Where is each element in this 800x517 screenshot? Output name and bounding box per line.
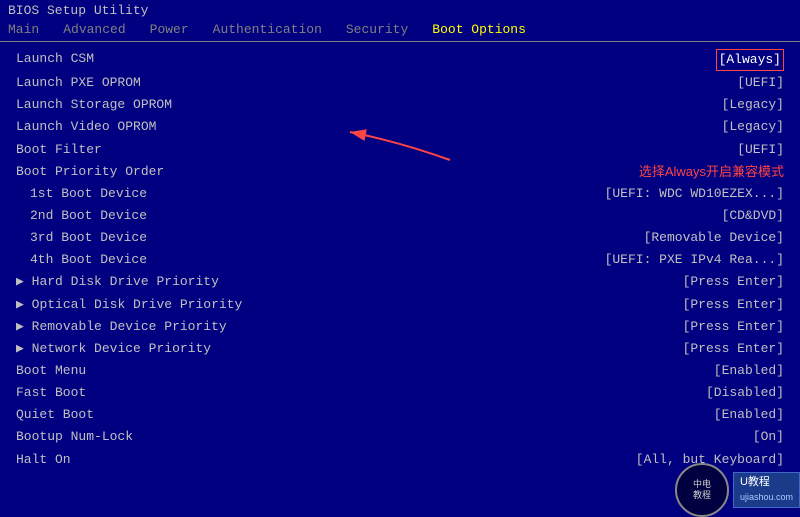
value-3rd-boot: [Removable Device] xyxy=(644,228,784,248)
value-removable-priority: [Press Enter] xyxy=(683,317,784,337)
value-4th-boot: [UEFI: PXE IPv4 Rea...] xyxy=(605,250,784,270)
label-boot-filter: Boot Filter xyxy=(16,140,356,160)
label-hdd-priority: Hard Disk Drive Priority xyxy=(16,272,356,292)
bios-title: BIOS Setup Utility xyxy=(8,3,148,18)
label-quiet-boot: Quiet Boot xyxy=(16,405,356,425)
row-3rd-boot[interactable]: 3rd Boot Device [Removable Device] xyxy=(16,227,784,249)
label-2nd-boot: 2nd Boot Device xyxy=(16,206,356,226)
row-4th-boot[interactable]: 4th Boot Device [UEFI: PXE IPv4 Rea...] xyxy=(16,249,784,271)
watermark-circle: 中电教程 xyxy=(675,463,729,517)
label-odd-priority: Optical Disk Drive Priority xyxy=(16,295,356,315)
watermark-badge-text: U教程ujiashou.com xyxy=(740,475,793,506)
value-hdd-priority: [Press Enter] xyxy=(683,272,784,292)
value-launch-video: [Legacy] xyxy=(722,117,784,137)
row-boot-menu[interactable]: Boot Menu [Enabled] xyxy=(16,360,784,382)
label-launch-video: Launch Video OPROM xyxy=(16,117,356,137)
value-network-priority: [Press Enter] xyxy=(683,339,784,359)
row-halt-on[interactable]: Halt On [All, but Keyboard] xyxy=(16,449,784,471)
menu-bar: Main Advanced Power Authentication Secur… xyxy=(0,18,800,42)
label-network-priority: Network Device Priority xyxy=(16,339,356,359)
label-launch-pxe: Launch PXE OPROM xyxy=(16,73,356,93)
watermark-circle-text: 中电教程 xyxy=(693,479,711,501)
row-hdd-priority[interactable]: Hard Disk Drive Priority [Press Enter] xyxy=(16,271,784,293)
value-2nd-boot: [CD&DVD] xyxy=(722,206,784,226)
label-4th-boot: 4th Boot Device xyxy=(16,250,356,270)
row-launch-csm[interactable]: Launch CSM [Always] xyxy=(16,48,784,72)
value-odd-priority: [Press Enter] xyxy=(683,295,784,315)
value-fast-boot: [Disabled] xyxy=(706,383,784,403)
label-halt-on: Halt On xyxy=(16,450,356,470)
value-launch-storage: [Legacy] xyxy=(722,95,784,115)
row-boot-priority-order[interactable]: Boot Priority Order 选择Always开启兼容模式 xyxy=(16,161,784,183)
value-boot-menu: [Enabled] xyxy=(714,361,784,381)
label-fast-boot: Fast Boot xyxy=(16,383,356,403)
row-fast-boot[interactable]: Fast Boot [Disabled] xyxy=(16,382,784,404)
label-removable-priority: Removable Device Priority xyxy=(16,317,356,337)
menu-bar-left: Main Advanced Power Authentication Secur… xyxy=(8,22,526,37)
row-boot-filter[interactable]: Boot Filter [UEFI] xyxy=(16,139,784,161)
value-launch-csm: [Always] xyxy=(716,49,784,71)
bios-content: Launch CSM [Always] Launch PXE OPROM [UE… xyxy=(0,42,800,477)
row-quiet-boot[interactable]: Quiet Boot [Enabled] xyxy=(16,404,784,426)
row-numlock[interactable]: Bootup Num-Lock [On] xyxy=(16,426,784,448)
label-1st-boot: 1st Boot Device xyxy=(16,184,356,204)
row-removable-priority[interactable]: Removable Device Priority [Press Enter] xyxy=(16,316,784,338)
label-numlock: Bootup Num-Lock xyxy=(16,427,356,447)
label-3rd-boot: 3rd Boot Device xyxy=(16,228,356,248)
row-launch-pxe[interactable]: Launch PXE OPROM [UEFI] xyxy=(16,72,784,94)
top-bar: BIOS Setup Utility xyxy=(0,0,800,18)
label-launch-storage: Launch Storage OPROM xyxy=(16,95,356,115)
watermark-area: 中电教程 U教程ujiashou.com xyxy=(675,463,800,517)
label-boot-menu: Boot Menu xyxy=(16,361,356,381)
menu-boot-options[interactable]: Boot Options xyxy=(432,22,526,37)
value-quiet-boot: [Enabled] xyxy=(714,405,784,425)
value-numlock: [On] xyxy=(753,427,784,447)
value-1st-boot: [UEFI: WDC WD10EZEX...] xyxy=(605,184,784,204)
row-launch-video[interactable]: Launch Video OPROM [Legacy] xyxy=(16,116,784,138)
menu-security[interactable]: Security xyxy=(346,22,408,37)
row-2nd-boot[interactable]: 2nd Boot Device [CD&DVD] xyxy=(16,205,784,227)
row-odd-priority[interactable]: Optical Disk Drive Priority [Press Enter… xyxy=(16,294,784,316)
menu-advanced[interactable]: Advanced xyxy=(63,22,125,37)
row-launch-storage[interactable]: Launch Storage OPROM [Legacy] xyxy=(16,94,784,116)
row-network-priority[interactable]: Network Device Priority [Press Enter] xyxy=(16,338,784,360)
label-launch-csm: Launch CSM xyxy=(16,49,356,71)
menu-power[interactable]: Power xyxy=(150,22,189,37)
label-boot-priority-order: Boot Priority Order xyxy=(16,162,356,182)
watermark-badge: U教程ujiashou.com xyxy=(733,472,800,509)
menu-main[interactable]: Main xyxy=(8,22,39,37)
value-launch-pxe: [UEFI] xyxy=(737,73,784,93)
row-1st-boot[interactable]: 1st Boot Device [UEFI: WDC WD10EZEX...] xyxy=(16,183,784,205)
menu-authentication[interactable]: Authentication xyxy=(213,22,322,37)
annotation-text: 选择Always开启兼容模式 xyxy=(639,162,784,182)
value-boot-filter: [UEFI] xyxy=(737,140,784,160)
